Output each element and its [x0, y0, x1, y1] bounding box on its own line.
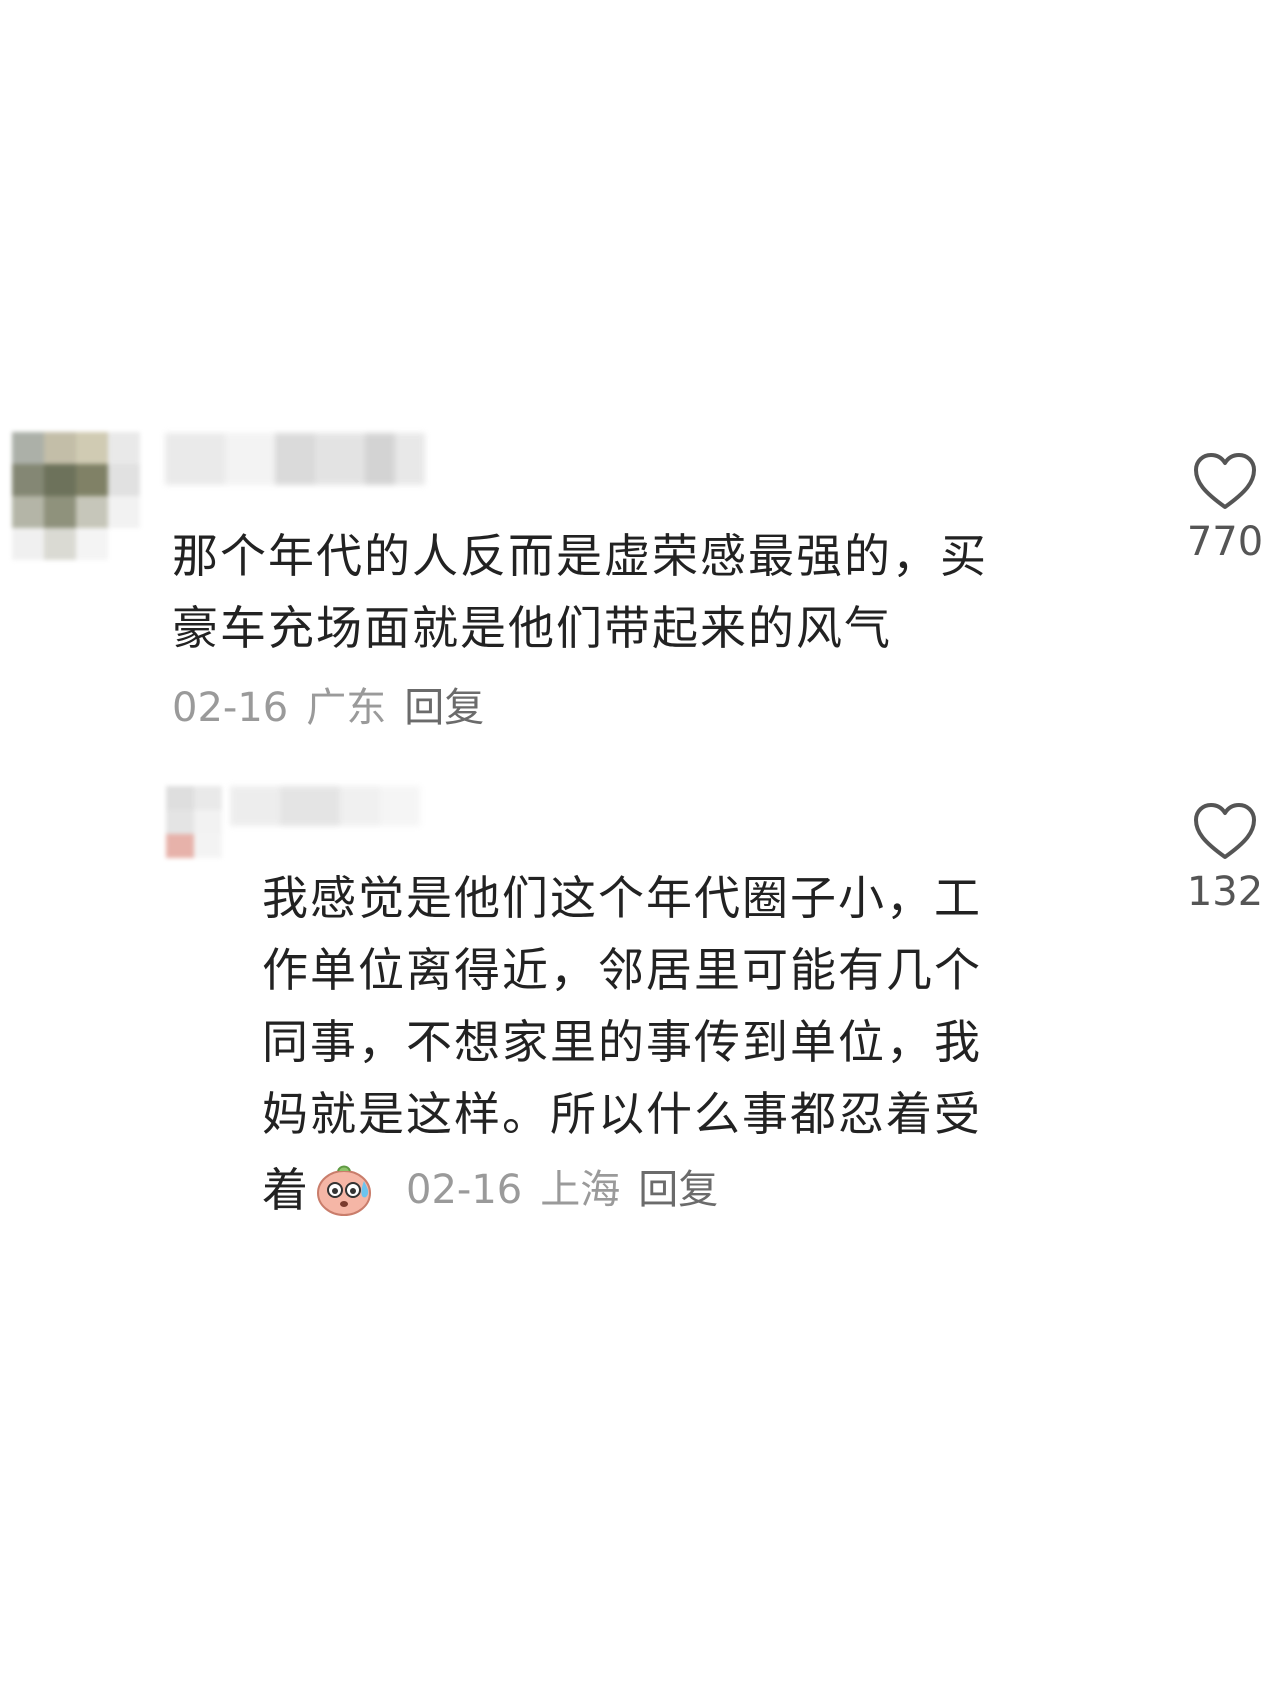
comment-text: 我感觉是他们这个年代圈子小，工 作单位离得近，邻居里可能有几个 同事，不想家里的… [262, 871, 982, 1141]
heart-outline-icon [1194, 803, 1256, 859]
like-count: 132 [1186, 869, 1264, 915]
comment-location: 广东 [306, 685, 387, 731]
like-button[interactable]: 770 [1175, 452, 1275, 568]
comment-text: 那个年代的人反而是虚荣感最强的，买 豪车充场面就是他们带起来的风气 [172, 529, 988, 655]
reply-button[interactable]: 回复 [404, 682, 484, 734]
comment-text-tail-line: 着 [262, 1154, 374, 1226]
avatar[interactable] [12, 432, 140, 560]
comment-text-tail: 着 [262, 1163, 308, 1217]
comment-date: 02-16 [406, 1167, 523, 1213]
heart-outline-icon [1194, 453, 1256, 509]
comment-date: 02-16 [172, 685, 289, 731]
reply-button[interactable]: 回复 [638, 1164, 718, 1216]
like-button[interactable]: 132 [1175, 802, 1275, 918]
comment-meta: 02-16 上海 回复 [406, 1164, 718, 1216]
comment-location: 上海 [540, 1167, 621, 1213]
avatar[interactable] [166, 786, 222, 858]
username[interactable] [230, 786, 420, 826]
username[interactable] [165, 433, 425, 485]
like-count: 770 [1186, 519, 1264, 565]
sweating-face-emoji-icon [317, 1165, 371, 1216]
comment-meta: 02-16 广东 回复 [172, 682, 484, 734]
